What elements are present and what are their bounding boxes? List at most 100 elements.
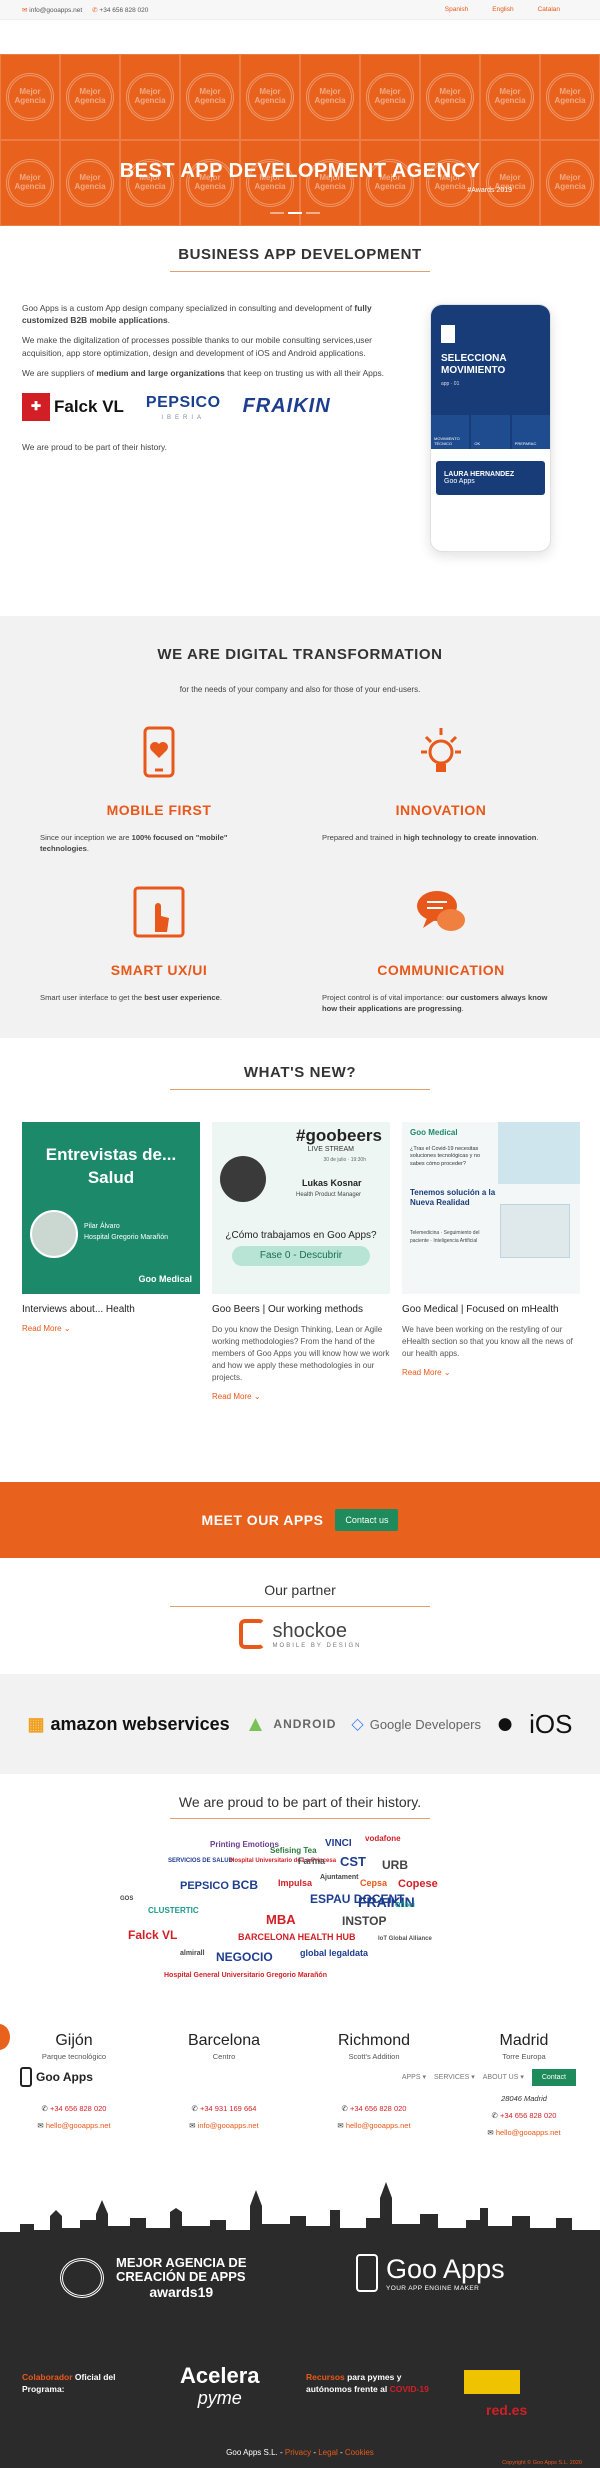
news-title[interactable]: Goo Medical | Focused on mHealth <box>402 1304 580 1316</box>
award-tile: Mejor Agencia <box>180 140 240 226</box>
award-tiles: Mejor Agencia Mejor Agencia Mejor Agencia M… <box>0 54 600 226</box>
client-logo: IoT Global Alliance <box>378 1936 432 1942</box>
footer-brand[interactable]: Goo Apps YOUR APP ENGINE MAKER <box>356 2254 505 2292</box>
topbar-email[interactable]: ✉ info@gooapps.net <box>22 6 82 14</box>
offices-section: Gijón Parque tecnológico Barcelona Centr… <box>0 2024 600 2170</box>
nav-contact-button[interactable]: Contact <box>531 2068 576 2086</box>
nav-apps[interactable]: APPS ▾ <box>402 2073 426 2081</box>
slider-dot[interactable] <box>270 212 284 214</box>
client-logo: global legaldata <box>300 1948 369 1958</box>
legal-link[interactable]: Legal <box>318 2448 338 2457</box>
fraikin-logo: FRAIKIN <box>242 395 331 418</box>
divider <box>170 1606 430 1607</box>
slider-dot[interactable] <box>288 212 302 214</box>
top-bar: ✉ info@gooapps.net ✆ +34 656 828 020 Spa… <box>0 0 600 20</box>
award-tile: Mejor Agencia <box>420 54 480 140</box>
news-image[interactable]: Entrevistas de... Salud Pilar Álvaro Hosp… <box>22 1122 200 1294</box>
read-more-link[interactable]: Read More ⌄ <box>402 1368 580 1377</box>
chevron-down-icon: ⌄ <box>443 1368 451 1377</box>
office-phone[interactable]: ✆ +34 656 828 020 <box>4 2104 144 2113</box>
section-title: BUSINESS APP DEVELOPMENT <box>178 246 422 263</box>
lang-catalan[interactable]: Catalan <box>538 6 560 13</box>
mail-icon: ✉ <box>487 2128 494 2137</box>
mail-icon: ✉ <box>22 6 28 14</box>
aws-cubes-icon: ▦ <box>27 1713 45 1734</box>
office-email[interactable]: ✉ hello@gooapps.net <box>454 2128 594 2137</box>
client-logo: VINCI <box>325 1838 352 1849</box>
news-title[interactable]: Goo Beers | Our working methods <box>212 1304 390 1316</box>
news-title[interactable]: Interviews about... Health <box>22 1304 200 1316</box>
news-card[interactable]: #goobeers LIVE STREAM 30 de julio · 19:3… <box>212 1122 390 1401</box>
collaborator-text: Colaborador Oficial del Programa: <box>22 2372 116 2394</box>
laurel-icon: Mejor Agencia <box>186 73 234 121</box>
office-phone[interactable]: ✆ +34 656 828 020 <box>304 2104 444 2113</box>
shockoe-icon <box>238 1619 265 1649</box>
client-logo: almirall <box>180 1950 205 1957</box>
topbar-phone[interactable]: ✆ +34 656 828 020 <box>92 6 148 14</box>
award-tile: Mejor Agencia <box>540 54 600 140</box>
award-tile: Mejor Agencia <box>480 54 540 140</box>
chevron-down-icon: ⌄ <box>63 1324 71 1333</box>
chevron-down-icon: ⌄ <box>253 1392 261 1401</box>
client-logo: Hospital General Universitario Gregorio … <box>164 1972 327 1979</box>
hero-subtitle: #Awards 2019 <box>467 187 512 194</box>
shockoe-logo[interactable]: shockoe MOBILE BY DESIGN <box>0 1619 600 1649</box>
client-logo: BCB <box>232 1878 258 1892</box>
goo-apps-logo[interactable]: Goo Apps <box>20 2067 93 2087</box>
office-email[interactable]: ✉ hello@gooapps.net <box>4 2121 144 2130</box>
legal-links: Goo Apps S.L. - Privacy - Legal - Cookie… <box>226 2448 374 2457</box>
laurel-icon: Mejor Agencia <box>66 73 114 121</box>
phone-icon: ✆ <box>491 2111 498 2120</box>
laurel-icon: Mejor Agencia <box>546 73 594 121</box>
resources-text: Recursos para pymes y autónomos frente a… <box>306 2372 429 2394</box>
city-skyline <box>0 2170 600 2250</box>
award-badge: MEJOR AGENCIA DE CREACIÓN DE APPS awards… <box>60 2255 247 2300</box>
phone-icon <box>20 2067 32 2087</box>
main-menu: APPS ▾ SERVICES ▾ ABOUT US ▾ Contact <box>402 2068 576 2086</box>
slider-dots <box>270 212 320 214</box>
lang-spanish[interactable]: Spanish <box>445 6 469 13</box>
business-text: Goo Apps is a custom App design company … <box>22 302 388 461</box>
feature-innovation: INNOVATION Prepared and trained in high … <box>322 724 560 843</box>
nav-services[interactable]: SERVICES ▾ <box>434 2073 475 2081</box>
contact-us-button[interactable]: Contact us <box>335 1509 399 1531</box>
office-phone[interactable]: ✆ +34 656 828 020 <box>454 2111 594 2120</box>
client-logo: INSTOP <box>342 1914 387 1928</box>
award-tile: Mejor Agencia <box>0 140 60 226</box>
avatar <box>220 1156 266 1202</box>
ios-logo: iOS <box>529 1708 573 1739</box>
meet-label: MEET OUR APPS <box>201 1512 324 1528</box>
divider <box>170 1089 430 1090</box>
google-developers-logo: ◇ Google Developers <box>351 1716 482 1733</box>
read-more-link[interactable]: Read More ⌄ <box>212 1392 390 1401</box>
slider-dot[interactable] <box>306 212 320 214</box>
office-email[interactable]: ✉ info@gooapps.net <box>154 2121 294 2130</box>
office-phone[interactable]: ✆ +34 931 169 664 <box>154 2104 294 2113</box>
client-logo: Ajuntament <box>320 1874 359 1881</box>
news-image[interactable]: Goo Medical ¿Tras el Covid-19 necesitas … <box>402 1122 580 1294</box>
phone-icon: ✆ <box>341 2104 348 2113</box>
privacy-link[interactable]: Privacy <box>285 2448 311 2457</box>
client-logo: ESPAU DOCENT <box>310 1892 405 1906</box>
digital-section: WE ARE DIGITAL TRANSFORMATION for the ne… <box>0 616 600 1038</box>
office-email[interactable]: ✉ hello@gooapps.net <box>304 2121 444 2130</box>
award-tile: Mejor Agencia <box>360 140 420 226</box>
app-logo-icon <box>441 325 455 343</box>
news-card[interactable]: Entrevistas de... Salud Pilar Álvaro Hosp… <box>22 1122 200 1333</box>
lang-english[interactable]: English <box>492 6 513 13</box>
nav-about[interactable]: ABOUT US ▾ <box>483 2073 524 2081</box>
client-logo: SERVICIOS DE SALUD <box>168 1858 233 1864</box>
cookies-link[interactable]: Cookies <box>345 2448 374 2457</box>
client-logo: MBA <box>266 1912 296 1927</box>
read-more-link[interactable]: Read More ⌄ <box>22 1324 200 1333</box>
government-logo <box>464 2370 520 2394</box>
client-logo: CLUSTERTIC <box>148 1906 199 1915</box>
news-section: WHAT'S NEW? Entrevistas de... Salud Pila… <box>0 1038 600 1460</box>
laurel-icon: Mejor Agencia <box>246 73 294 121</box>
business-section: BUSINESS APP DEVELOPMENT Goo Apps is a c… <box>0 226 600 616</box>
news-image[interactable]: #goobeers LIVE STREAM 30 de julio · 19:3… <box>212 1122 390 1294</box>
news-card[interactable]: Goo Medical ¿Tras el Covid-19 necesitas … <box>402 1122 580 1377</box>
mail-icon: ✉ <box>189 2121 196 2130</box>
phone-icon: ✆ <box>191 2104 198 2113</box>
mail-icon: ✉ <box>337 2121 344 2130</box>
